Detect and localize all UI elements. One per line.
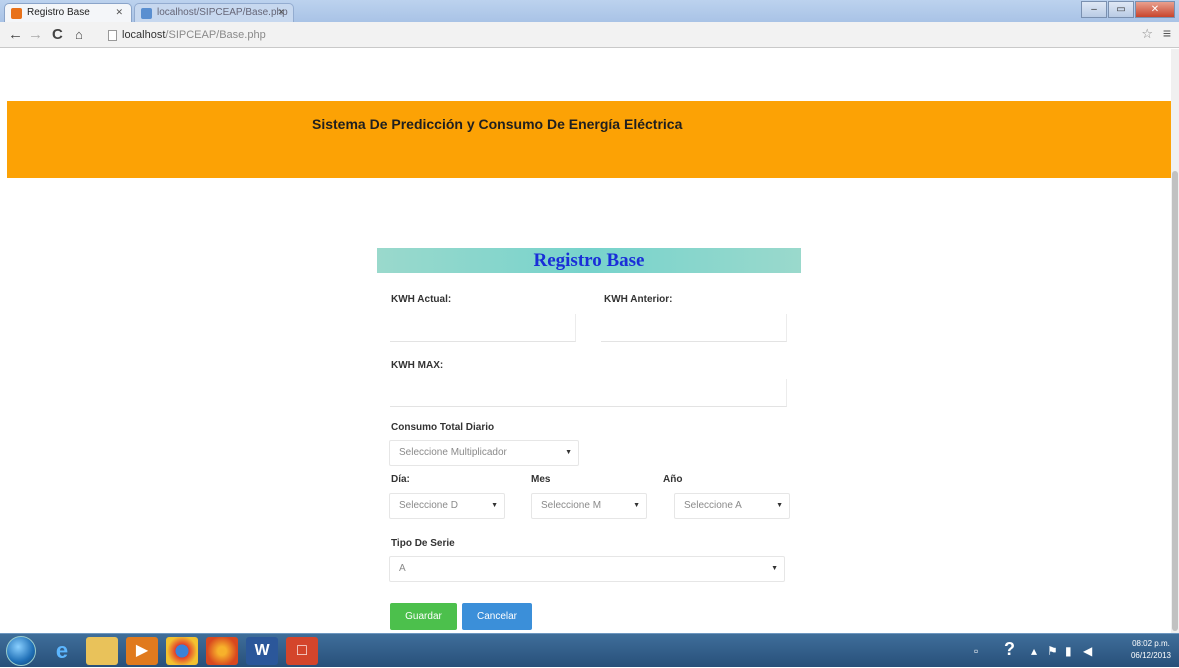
app-icon[interactable]: □ <box>286 637 318 665</box>
home-icon[interactable]: ⌂ <box>75 26 83 44</box>
explorer-icon[interactable] <box>86 637 118 665</box>
kwh-actual-input[interactable] <box>390 314 576 342</box>
tipo-serie-value: A <box>399 563 406 574</box>
address-bar[interactable]: localhost/SIPCEAP/Base.php <box>108 26 1148 44</box>
close-window-button[interactable]: ✕ <box>1135 1 1175 18</box>
form-title: Registro Base <box>533 250 645 271</box>
window-controls: – ▭ ✕ <box>1080 1 1175 19</box>
multiplicador-select[interactable]: Seleccione Multiplicador ▼ <box>389 440 579 466</box>
system-tray: ▫ ? ▴ ⚑ ▮ ◀ 08:02 p.m. 06/12/2013 <box>879 634 1179 668</box>
anio-label: Año <box>663 474 683 485</box>
mes-select[interactable]: Seleccione M ▼ <box>531 493 647 519</box>
dia-label: Día: <box>391 474 410 485</box>
network-icon[interactable]: ▮ <box>1065 644 1072 658</box>
kwh-anterior-input[interactable] <box>601 314 787 342</box>
volume-icon[interactable]: ◀ <box>1083 644 1092 658</box>
browser-toolbar: ← → C ⌂ localhost/SIPCEAP/Base.php ☆ ≡ <box>0 22 1179 48</box>
minimize-button[interactable]: – <box>1081 1 1107 18</box>
chevron-down-icon: ▼ <box>633 502 640 509</box>
kwh-anterior-label: KWH Anterior: <box>604 294 673 305</box>
flag-icon[interactable]: ⚑ <box>1047 644 1058 658</box>
kwh-actual-label: KWH Actual: <box>391 294 452 305</box>
dia-select[interactable]: Seleccione D ▼ <box>389 493 505 519</box>
mes-value: Seleccione M <box>541 500 602 511</box>
dia-value: Seleccione D <box>399 500 458 511</box>
chrome-icon[interactable] <box>166 637 198 665</box>
tab-close-icon[interactable]: ✕ <box>115 7 123 18</box>
notification-icon[interactable]: ▫ <box>974 644 978 658</box>
header-banner: Sistema De Predicción y Consumo De Energ… <box>7 101 1171 178</box>
media-player-icon[interactable]: ▶ <box>126 637 158 665</box>
guardar-button[interactable]: Guardar <box>390 603 457 630</box>
tab-second[interactable]: localhost/SIPCEAP/Base.php ✕ <box>134 3 294 22</box>
page-icon <box>108 30 117 41</box>
help-icon[interactable]: ? <box>1004 639 1015 660</box>
word-icon[interactable]: W <box>246 637 278 665</box>
show-hidden-icons[interactable]: ▴ <box>1031 644 1037 658</box>
chevron-down-icon: ▼ <box>771 565 778 572</box>
hamburger-menu-icon[interactable]: ≡ <box>1163 25 1171 41</box>
mes-label: Mes <box>531 474 551 485</box>
ie-icon[interactable]: e <box>46 637 78 665</box>
chevron-down-icon: ▼ <box>565 449 572 456</box>
anio-value: Seleccione A <box>684 500 742 511</box>
anio-select[interactable]: Seleccione A ▼ <box>674 493 790 519</box>
form-header: Registro Base <box>377 248 801 273</box>
forward-arrow-icon[interactable]: → <box>28 26 43 44</box>
tab-registro-base[interactable]: Registro Base ✕ <box>4 3 132 22</box>
windows-taskbar: e ▶ W □ ▫ ? ▴ ⚑ ▮ ◀ 08:02 p.m. 06/12/201… <box>0 633 1179 667</box>
reload-icon[interactable]: C <box>52 26 63 44</box>
clock-date: 06/12/2013 <box>1130 651 1171 660</box>
system-clock[interactable]: 08:02 p.m. 06/12/2013 <box>1131 638 1171 662</box>
site-title: Sistema De Predicción y Consumo De Energ… <box>312 116 683 132</box>
tab-title: Registro Base <box>27 7 90 18</box>
tipo-serie-label: Tipo De Serie <box>391 538 455 549</box>
scrollbar-thumb[interactable] <box>1172 171 1178 631</box>
favicon-icon <box>141 8 152 19</box>
kwh-max-label: KWH MAX: <box>391 360 444 371</box>
multiplicador-value: Seleccione Multiplicador <box>399 447 507 458</box>
chevron-down-icon: ▼ <box>776 502 783 509</box>
url-host: localhost <box>122 29 166 41</box>
tipo-serie-select[interactable]: A ▼ <box>389 556 785 582</box>
start-button[interactable] <box>6 636 36 666</box>
page-content: Sistema De Predicción y Consumo De Energ… <box>0 49 1179 633</box>
maximize-button[interactable]: ▭ <box>1108 1 1134 18</box>
back-arrow-icon[interactable]: ← <box>8 26 23 44</box>
cancelar-button[interactable]: Cancelar <box>462 603 532 630</box>
firefox-icon[interactable] <box>206 637 238 665</box>
clock-time: 08:02 p.m. <box>1132 639 1170 648</box>
consumo-total-label: Consumo Total Diario <box>391 422 495 433</box>
url-path: /SIPCEAP/Base.php <box>165 29 266 41</box>
browser-tabstrip: Registro Base ✕ localhost/SIPCEAP/Base.p… <box>0 0 1179 22</box>
tab-close-icon[interactable]: ✕ <box>277 7 285 18</box>
favicon-icon <box>11 8 22 19</box>
star-icon[interactable]: ☆ <box>1141 26 1153 42</box>
kwh-max-input[interactable] <box>390 379 787 407</box>
tab-title: localhost/SIPCEAP/Base.php <box>157 7 288 18</box>
chevron-down-icon: ▼ <box>491 502 498 509</box>
page-scrollbar[interactable] <box>1171 49 1179 633</box>
